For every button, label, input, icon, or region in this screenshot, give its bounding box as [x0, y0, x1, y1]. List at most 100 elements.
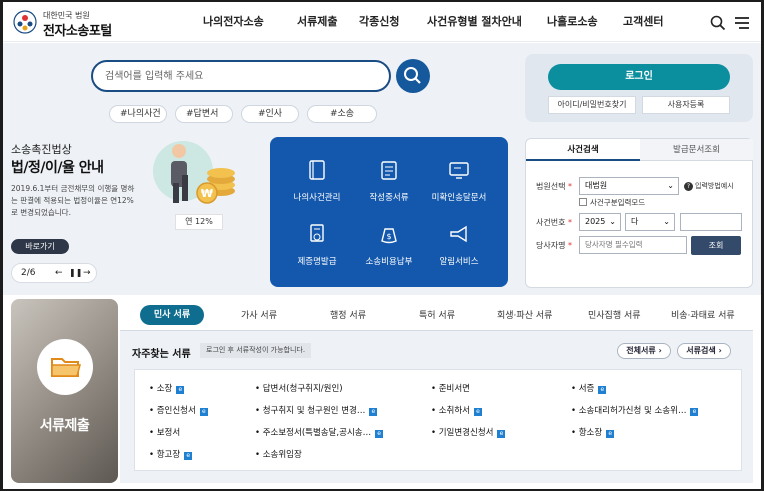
edit-icon: e: [369, 408, 378, 416]
logo-title: 전자소송포털: [43, 24, 112, 39]
tab-civil[interactable]: 민사 서류: [140, 305, 204, 325]
promo-illustration: ₩: [153, 141, 235, 204]
svg-text:₩: ₩: [201, 187, 213, 200]
list-item[interactable]: • 답변서(청구취지/원인): [255, 382, 343, 394]
service-payment[interactable]: $ 소송비용납부: [356, 223, 422, 267]
certificate-icon: [310, 224, 324, 242]
search-button[interactable]: [396, 59, 430, 93]
promo-category: 소송촉진법상: [11, 143, 72, 156]
tag-lawsuit[interactable]: #소송: [307, 105, 377, 123]
list-item[interactable]: • 증인신청서 e: [149, 404, 208, 416]
tab-bankruptcy[interactable]: 회생·파산 서류: [497, 308, 552, 321]
document-submit-banner[interactable]: 서류제출: [11, 299, 118, 483]
list-item[interactable]: • 소장 e: [149, 382, 185, 394]
notepad-icon: [381, 161, 397, 180]
year-select[interactable]: 2025 ⌄: [579, 213, 621, 231]
login-panel: 로그인 아이디/비밀번호찾기 사용자등록: [525, 54, 753, 122]
service-label: 소송비용납부: [365, 257, 413, 267]
document-panel: 민사 서류 가사 서류 행정 서류 특허 서류 회생·파산 서류 민사집행 서류…: [120, 299, 753, 483]
court-select[interactable]: 대법원 ⌄: [579, 177, 679, 195]
next-arrow-icon[interactable]: →: [83, 264, 91, 282]
service-my-case[interactable]: 나의사건관리: [284, 159, 350, 203]
nav-applications[interactable]: 각종신청: [359, 2, 427, 42]
tab-civil-execution[interactable]: 민사집행 서류: [588, 308, 641, 321]
tag-greeting[interactable]: #인사: [241, 105, 299, 123]
monitor-icon: [449, 162, 469, 179]
edit-icon: e: [606, 430, 615, 438]
case-type-mode-checkbox[interactable]: 사건구분입력모드: [579, 197, 645, 208]
service-notification[interactable]: 알림서비스: [426, 223, 492, 267]
edit-icon: e: [497, 430, 506, 438]
service-label: 알림서비스: [439, 257, 479, 267]
list-item[interactable]: • 기일변경신청서 e: [431, 426, 506, 438]
book-icon: [309, 160, 325, 180]
edit-icon: e: [474, 408, 482, 416]
list-item[interactable]: • 소송위임장: [255, 448, 302, 460]
edit-icon: e: [375, 430, 384, 438]
folder-icon: [51, 358, 81, 377]
tab-non-contentious[interactable]: 비송·과태료 서류: [671, 308, 735, 321]
edit-icon: e: [184, 452, 193, 460]
list-item[interactable]: • 항소장 e: [571, 426, 615, 438]
tag-answer[interactable]: #답변서: [175, 105, 233, 123]
party-name-input[interactable]: 당사자명 필수입력: [579, 236, 687, 254]
all-documents-button[interactable]: 전체서류 ›: [617, 343, 671, 359]
pause-icon[interactable]: ❚❚: [69, 264, 82, 282]
rate-badge: 연 12%: [175, 214, 223, 230]
court-label: 법원선택 *: [536, 182, 572, 191]
svg-text:$: $: [386, 232, 391, 241]
service-label: 제증명발급: [297, 257, 337, 267]
nav-document-submit[interactable]: 서류제출: [297, 2, 359, 42]
list-item[interactable]: • 주소보정서(특별송달,공시송… e: [255, 426, 384, 438]
menu-icon[interactable]: [734, 15, 750, 31]
list-item[interactable]: • 항고장 e: [149, 448, 193, 460]
list-item[interactable]: • 서증 e: [571, 382, 607, 394]
tab-issued-docs[interactable]: 발급문서조회: [640, 139, 753, 161]
nav-my-lawsuit[interactable]: 나의전자소송: [203, 2, 297, 42]
nav-customer-center[interactable]: 고객센터: [623, 2, 683, 42]
find-account-link[interactable]: 아이디/비밀번호찾기: [548, 96, 636, 114]
hero-section: #나의사건 #답변서 #인사 #소송 소송촉진법상 법/정/이/율 안내 201…: [3, 43, 761, 295]
list-item[interactable]: • 소취하서 e: [431, 404, 482, 416]
service-unread-delivery[interactable]: 미확인송달문서: [426, 159, 492, 203]
list-item[interactable]: • 준비서면: [431, 382, 470, 394]
document-search-button[interactable]: 서류검색 ›: [677, 343, 731, 359]
tab-family[interactable]: 가사 서류: [241, 308, 277, 321]
promo-pager: 2/6 ← ❚❚ →: [11, 263, 97, 283]
case-lookup-button[interactable]: 조회: [691, 236, 741, 255]
pager-count: 2/6: [21, 268, 36, 278]
edit-icon: e: [199, 408, 208, 416]
question-icon: ?: [684, 182, 693, 191]
logo[interactable]: 대한민국 법원 전자소송포털: [13, 7, 123, 39]
nav-procedure-guide[interactable]: 사건유형별 절차안내: [427, 2, 547, 42]
register-link[interactable]: 사용자등록: [642, 96, 730, 114]
chevron-down-icon: ⌄: [667, 181, 674, 190]
case-type-select[interactable]: 다 ⌄: [625, 213, 675, 231]
edit-icon: e: [176, 386, 185, 394]
tag-my-case[interactable]: #나의사건: [109, 105, 167, 123]
search-icon[interactable]: [710, 15, 726, 31]
service-drafts[interactable]: 작성중서류: [356, 159, 422, 203]
list-item[interactable]: • 소송대리허가신청 및 소송위… e: [571, 404, 699, 416]
input-help[interactable]: ? 입력방법예시: [684, 181, 734, 191]
document-tabs: 민사 서류 가사 서류 행정 서류 특허 서류 회생·파산 서류 민사집행 서류…: [120, 299, 753, 331]
list-item[interactable]: • 청구취지 및 청구원인 변경… e: [255, 404, 378, 416]
search-input[interactable]: [105, 62, 385, 90]
tab-case-search[interactable]: 사건검색: [526, 139, 640, 161]
login-button[interactable]: 로그인: [548, 64, 730, 90]
promo-go-button[interactable]: 바로가기: [11, 239, 69, 254]
header: 대한민국 법원 전자소송포털 나의전자소송 서류제출 각종신청 사건유형별 절차…: [3, 2, 761, 42]
megaphone-icon: [450, 225, 467, 243]
case-number-input[interactable]: [680, 213, 742, 231]
checkbox-icon: [579, 198, 587, 206]
edit-icon: e: [690, 408, 699, 416]
nav-self-litigation[interactable]: 나홀로소송: [547, 2, 623, 42]
service-certificate[interactable]: 제증명발급: [284, 223, 350, 267]
tab-patent[interactable]: 특허 서류: [419, 308, 455, 321]
promo-description: 2019.6.1부터 금전채무의 이행을 명하는 판결에 적용되는 법정이율은 …: [11, 184, 135, 217]
list-item[interactable]: • 보정서: [149, 426, 180, 438]
money-bag-icon: $: [381, 228, 397, 244]
prev-arrow-icon[interactable]: ←: [55, 264, 63, 282]
tab-administrative[interactable]: 행정 서류: [330, 308, 366, 321]
search-tags: #나의사건 #답변서 #인사 #소송: [109, 105, 385, 123]
